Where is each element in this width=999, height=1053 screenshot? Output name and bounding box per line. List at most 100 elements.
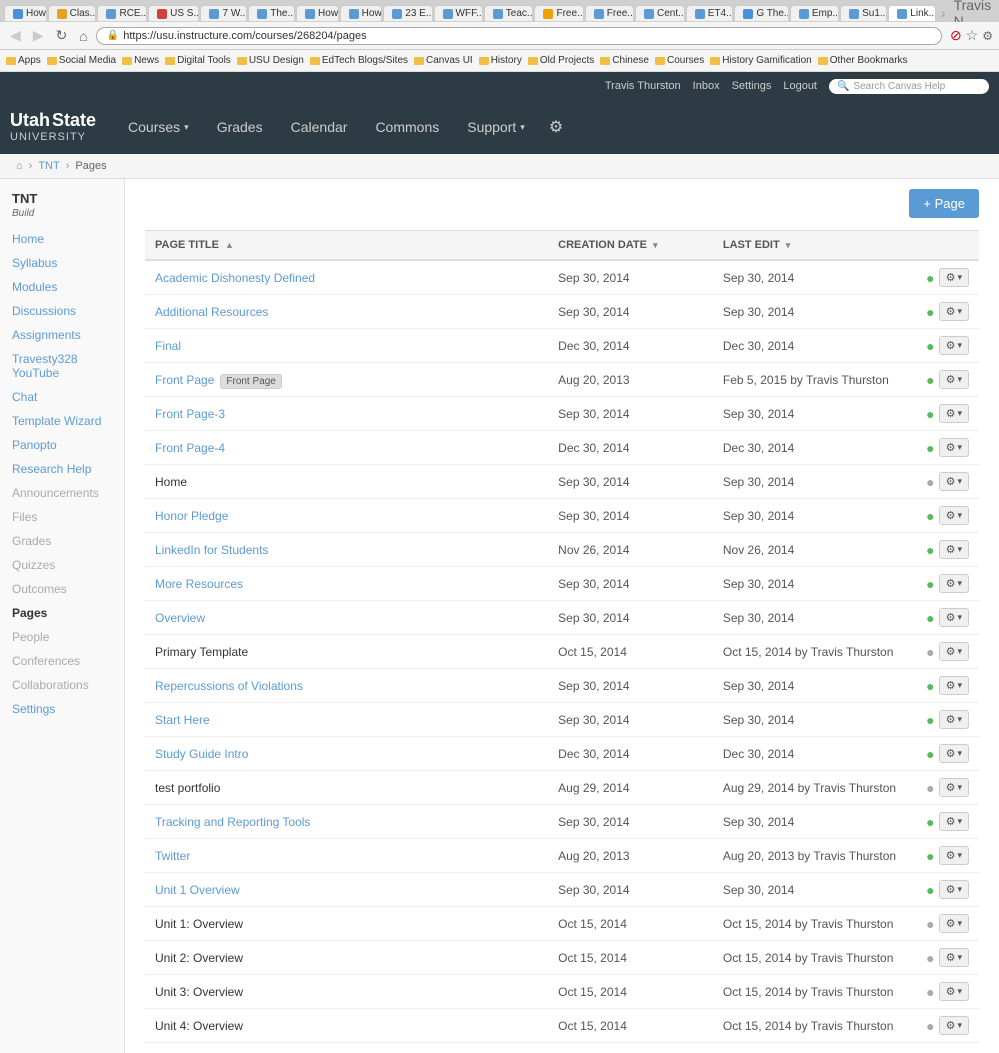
bm-digital[interactable]: Digital Tools xyxy=(165,55,231,66)
tab-23e[interactable]: 23 E... xyxy=(383,5,432,21)
tab-cent[interactable]: Cent... xyxy=(635,5,685,21)
sidebar-item-travesty[interactable]: Travesty328 YouTube xyxy=(0,347,124,385)
publish-status-icon[interactable]: ● xyxy=(926,916,934,932)
tab-et4[interactable]: ET4... xyxy=(686,5,734,21)
page-title-link[interactable]: Academic Dishonesty Defined xyxy=(155,271,315,285)
add-page-button[interactable]: + Page xyxy=(909,189,979,218)
publish-status-icon[interactable]: ● xyxy=(926,610,934,626)
publish-status-icon[interactable]: ● xyxy=(926,338,934,354)
breadcrumb-home[interactable]: ⌂ xyxy=(16,160,23,172)
page-gear-button[interactable]: ⚙ ▾ xyxy=(939,778,969,797)
page-gear-button[interactable]: ⚙ ▾ xyxy=(939,302,969,321)
publish-status-icon[interactable]: ● xyxy=(926,644,934,660)
page-gear-button[interactable]: ⚙ ▾ xyxy=(939,268,969,287)
col-header-edited[interactable]: LAST EDIT ▾ xyxy=(713,231,916,261)
tab-how3[interactable]: How xyxy=(340,5,383,21)
bm-usu[interactable]: USU Design xyxy=(237,55,304,66)
page-gear-button[interactable]: ⚙ ▾ xyxy=(939,982,969,1001)
bm-courses[interactable]: Courses xyxy=(655,55,704,66)
sidebar-item-modules[interactable]: Modules xyxy=(0,275,124,299)
publish-status-icon[interactable]: ● xyxy=(926,406,934,422)
bm-edtech[interactable]: EdTech Blogs/Sites xyxy=(310,55,408,66)
nav-calendar[interactable]: Calendar xyxy=(279,111,360,143)
page-title-link[interactable]: More Resources xyxy=(155,577,243,591)
page-title-link[interactable]: Honor Pledge xyxy=(155,509,228,523)
tab-emp[interactable]: Emp... xyxy=(790,5,839,21)
publish-status-icon[interactable]: ● xyxy=(926,678,934,694)
publish-status-icon[interactable]: ● xyxy=(926,984,934,1000)
page-title-link[interactable]: Additional Resources xyxy=(155,305,268,319)
page-title-link[interactable]: Start Here xyxy=(155,713,210,727)
sidebar-item-settings[interactable]: Settings xyxy=(0,697,124,721)
sidebar-item-pages[interactable]: Pages xyxy=(0,601,124,625)
settings-link[interactable]: Settings xyxy=(732,80,772,92)
nav-courses[interactable]: Courses ▾ xyxy=(116,111,201,143)
tab-free2[interactable]: Free... xyxy=(585,5,634,21)
extensions-icon[interactable]: ⚙ xyxy=(982,29,993,43)
publish-status-icon[interactable]: ● xyxy=(926,508,934,524)
page-title-link[interactable]: LinkedIn for Students xyxy=(155,543,268,557)
inbox-link[interactable]: Inbox xyxy=(693,80,720,92)
page-title-link[interactable]: Tracking and Reporting Tools xyxy=(155,815,310,829)
page-gear-button[interactable]: ⚙ ▾ xyxy=(939,1016,969,1035)
page-gear-button[interactable]: ⚙ ▾ xyxy=(939,676,969,695)
publish-status-icon[interactable]: ● xyxy=(926,576,934,592)
tab-how[interactable]: How xyxy=(4,5,47,21)
nav-support[interactable]: Support ▾ xyxy=(455,111,537,143)
publish-status-icon[interactable]: ● xyxy=(926,950,934,966)
sidebar-item-assignments[interactable]: Assignments xyxy=(0,323,124,347)
page-gear-button[interactable]: ⚙ ▾ xyxy=(939,540,969,559)
sidebar-item-research[interactable]: Research Help xyxy=(0,457,124,481)
page-title-link[interactable]: Final xyxy=(155,339,181,353)
tab-us[interactable]: US S... xyxy=(148,5,199,21)
page-gear-button[interactable]: ⚙ ▾ xyxy=(939,336,969,355)
bm-canvas[interactable]: Canvas UI xyxy=(414,55,473,66)
bm-apps[interactable]: Apps xyxy=(6,55,41,66)
bm-other[interactable]: Other Bookmarks xyxy=(818,55,908,66)
publish-status-icon[interactable]: ● xyxy=(926,780,934,796)
sidebar-item-discussions[interactable]: Discussions xyxy=(0,299,124,323)
sidebar-item-panopto[interactable]: Panopto xyxy=(0,433,124,457)
travis-n[interactable]: Travis N. xyxy=(954,0,995,22)
tab-wff[interactable]: WFF... xyxy=(434,5,483,21)
page-title-link[interactable]: Front Page-4 xyxy=(155,441,225,455)
publish-status-icon[interactable]: ● xyxy=(926,882,934,898)
breadcrumb-tnt[interactable]: TNT xyxy=(38,160,59,172)
publish-status-icon[interactable]: ● xyxy=(926,746,934,762)
bm-histgam[interactable]: History Gamification xyxy=(710,55,811,66)
publish-status-icon[interactable]: ● xyxy=(926,304,934,320)
forward-button[interactable]: ▶ xyxy=(29,25,48,46)
tab-teac[interactable]: Teac... xyxy=(484,5,534,21)
page-title-link[interactable]: Study Guide Intro xyxy=(155,747,248,761)
home-button[interactable]: ⌂ xyxy=(75,26,91,46)
logout-link[interactable]: Logout xyxy=(783,80,817,92)
page-gear-button[interactable]: ⚙ ▾ xyxy=(939,914,969,933)
publish-status-icon[interactable]: ● xyxy=(926,1018,934,1034)
page-title-link[interactable]: Front Page-3 xyxy=(155,407,225,421)
page-gear-button[interactable]: ⚙ ▾ xyxy=(939,472,969,491)
tab-clas[interactable]: Clas... xyxy=(48,5,97,21)
tab-the[interactable]: The... xyxy=(248,5,295,21)
page-gear-button[interactable]: ⚙ ▾ xyxy=(939,710,969,729)
publish-status-icon[interactable]: ● xyxy=(926,712,934,728)
bookmark-star[interactable]: ☆ xyxy=(966,27,979,44)
sidebar-item-template-wizard[interactable]: Template Wizard xyxy=(0,409,124,433)
tab-link[interactable]: Link... xyxy=(888,5,936,21)
nav-settings-icon[interactable]: ⚙ xyxy=(541,109,571,145)
bm-oldprojects[interactable]: Old Projects xyxy=(528,55,594,66)
page-gear-button[interactable]: ⚙ ▾ xyxy=(939,404,969,423)
page-gear-button[interactable]: ⚙ ▾ xyxy=(939,574,969,593)
page-gear-button[interactable]: ⚙ ▾ xyxy=(939,880,969,899)
page-title-link[interactable]: Unit 1 Overview xyxy=(155,883,240,897)
bm-news[interactable]: News xyxy=(122,55,159,66)
address-bar[interactable]: 🔒 https://usu.instructure.com/courses/26… xyxy=(96,27,942,45)
tab-gthe[interactable]: G The... xyxy=(734,5,789,21)
publish-status-icon[interactable]: ● xyxy=(926,542,934,558)
back-button[interactable]: ◀ xyxy=(6,25,25,46)
page-gear-button[interactable]: ⚙ ▾ xyxy=(939,608,969,627)
page-gear-button[interactable]: ⚙ ▾ xyxy=(939,506,969,525)
page-gear-button[interactable]: ⚙ ▾ xyxy=(939,812,969,831)
publish-status-icon[interactable]: ● xyxy=(926,814,934,830)
username-link[interactable]: Travis Thurston xyxy=(605,80,681,92)
tab-rce[interactable]: RCE... xyxy=(97,5,147,21)
